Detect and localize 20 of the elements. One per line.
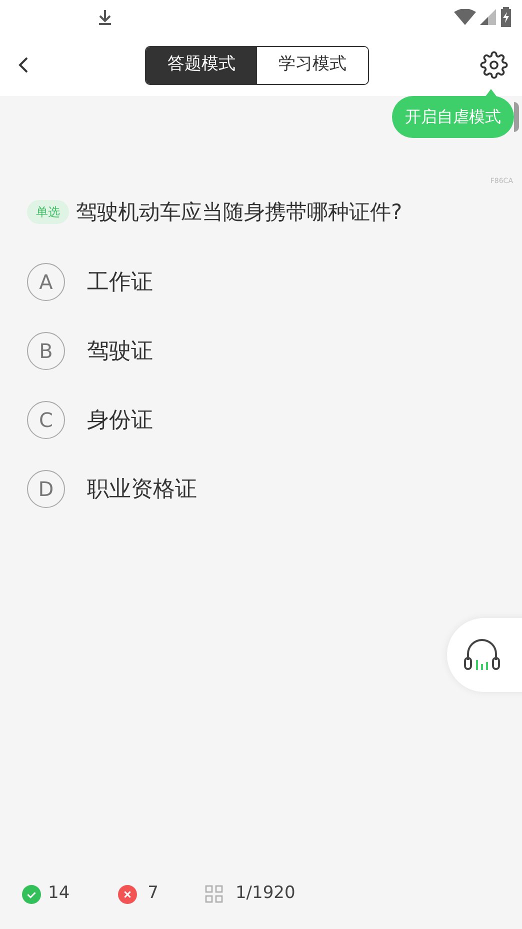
battery-icon [500,7,512,27]
settings-icon[interactable] [480,51,508,79]
option-text[interactable]: 职业资格证 [87,472,197,506]
check-icon [22,884,41,904]
wrong-count: 7 [148,882,158,906]
question-text: 驾驶机动车应当随身携带哪种证件? [76,198,402,226]
option-text[interactable]: 身份证 [87,404,153,436]
question-type-tag: 单选 [27,200,69,224]
option-text[interactable]: 工作证 [87,266,153,298]
option-text[interactable]: 驾驶证 [87,334,153,368]
headphones-icon [462,638,502,672]
wifi-icon [454,9,476,25]
audio-button[interactable] [447,618,522,692]
cross-icon [118,884,137,904]
toggle-switch[interactable] [514,102,519,132]
download-icon [96,8,114,26]
signal-icon [480,9,496,25]
mode-tab[interactable]: 答题模式 [146,46,257,84]
correct-count: 14 [48,882,70,906]
progress-count[interactable]: 1/1920 [235,881,296,907]
